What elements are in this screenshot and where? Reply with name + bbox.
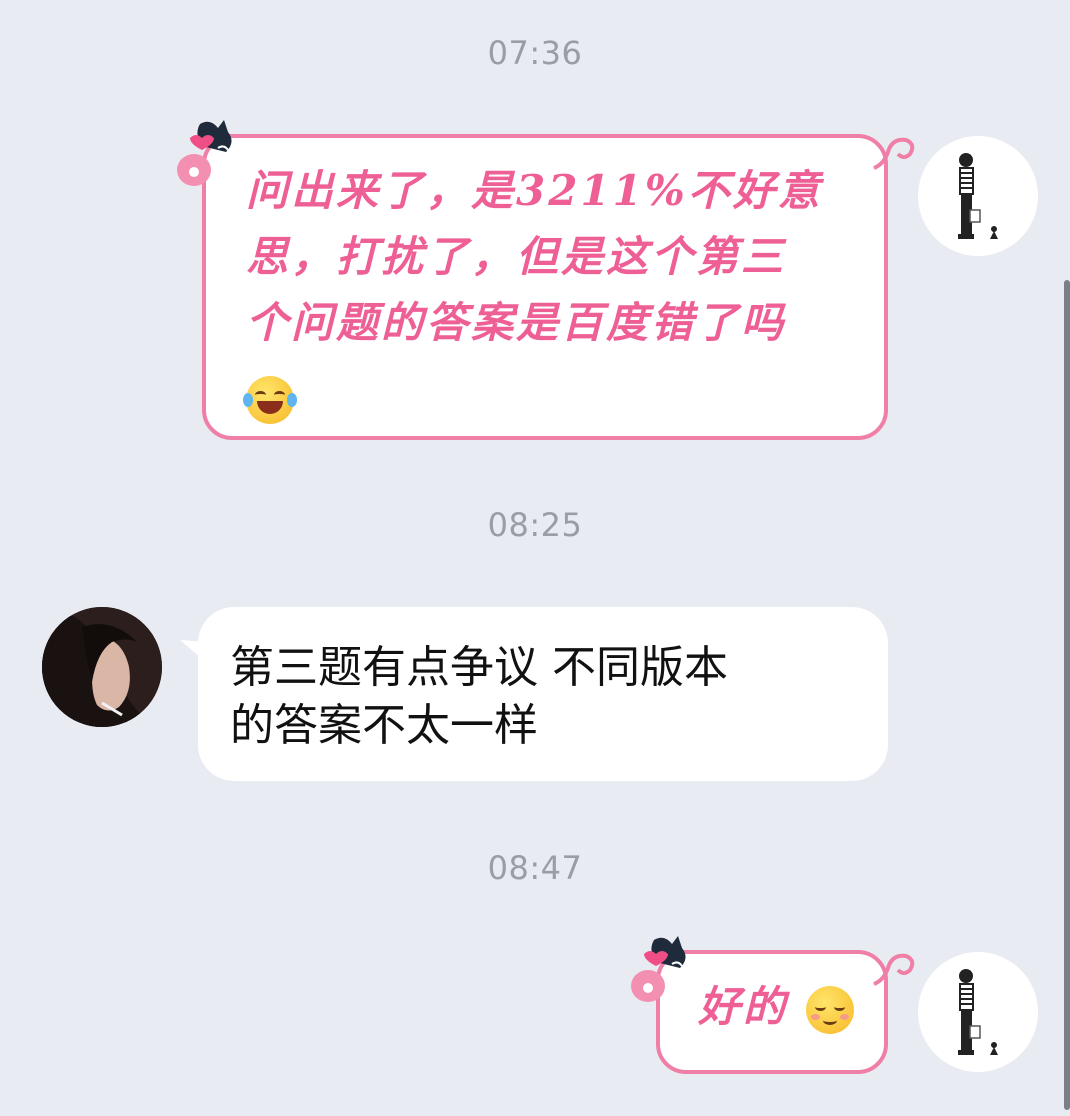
cat-bubble-decoration-icon — [177, 120, 232, 186]
received-message-bubble[interactable]: 第三题有点争议 不同版本 的答案不太一样 — [198, 607, 888, 781]
person-figure-icon — [958, 153, 998, 239]
person-figure-icon — [958, 969, 998, 1055]
cat-bubble-decoration-icon — [631, 936, 686, 1002]
relieved-face-emoji-icon — [805, 986, 854, 1034]
tears-of-joy-emoji-icon — [243, 376, 297, 424]
timestamp: 08:47 — [487, 849, 583, 887]
message-text-line: 问出来了，是3211%不好意 — [246, 166, 823, 215]
contact-portrait-icon — [42, 607, 162, 727]
message-text-line: 思，打扰了，但是这个第三 — [246, 232, 787, 281]
message-text-line: 的答案不太一样 — [230, 700, 538, 751]
my-avatar[interactable] — [918, 136, 1038, 256]
bubble-tail-curl-icon — [873, 953, 915, 986]
timestamp: 08:25 — [487, 506, 583, 544]
sent-message-bubble[interactable]: 问出来了，是3211%不好意 思，打扰了，但是这个第三 个问题的答案是百度错了吗 — [202, 134, 888, 440]
bubble-tail-curl-icon — [873, 137, 915, 170]
scrollbar[interactable] — [1064, 280, 1070, 1110]
message-text-line: 第三题有点争议 不同版本 — [230, 642, 728, 693]
contact-avatar[interactable] — [42, 607, 162, 727]
my-avatar[interactable] — [918, 952, 1038, 1072]
message-text-line: 个问题的答案是百度错了吗 — [246, 298, 787, 347]
timestamp: 07:36 — [487, 34, 583, 72]
